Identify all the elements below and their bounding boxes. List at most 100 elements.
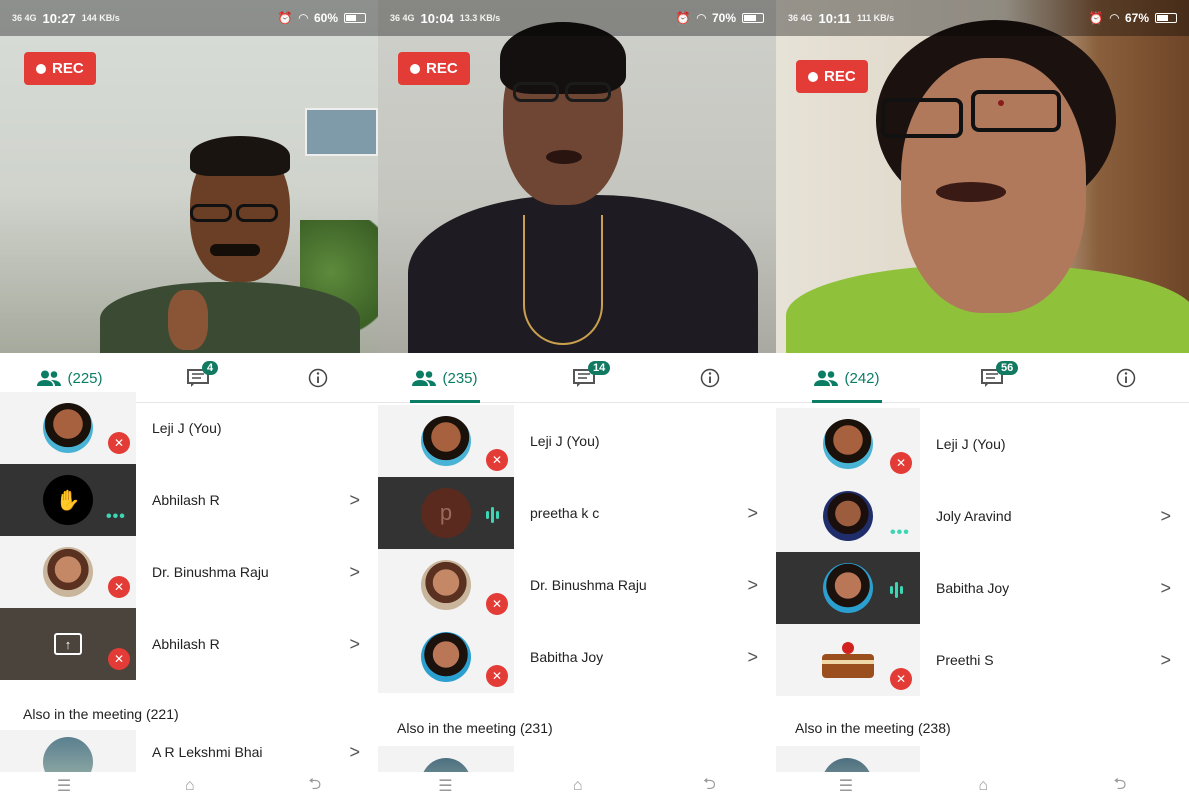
system-nav-bar: ☰ ⌂ ⮌ <box>378 772 776 800</box>
system-nav-bar: ☰ ⌂ ⮌ <box>0 772 378 800</box>
signal-indicator: 36 4G <box>788 13 813 23</box>
participant-thumb: ✕ <box>776 408 920 480</box>
info-icon <box>700 368 720 388</box>
participant-thumb <box>776 552 920 624</box>
meeting-tabs: (235) 14 <box>378 353 776 403</box>
people-icon <box>37 370 62 386</box>
chevron-right-icon[interactable]: > <box>747 503 758 524</box>
participant-name: Dr. Binushma Raju <box>152 564 269 580</box>
tab-info[interactable] <box>1112 353 1140 403</box>
participant-thumb: ✕ <box>0 392 136 464</box>
back-icon[interactable]: ⮌ <box>308 773 321 800</box>
battery-icon <box>344 13 366 23</box>
chevron-right-icon[interactable]: > <box>349 562 360 583</box>
chevron-right-icon[interactable]: > <box>1160 506 1171 527</box>
participant-name: Leji J (You) <box>152 420 222 436</box>
avatar: p <box>421 488 471 538</box>
chevron-right-icon[interactable]: > <box>747 575 758 596</box>
menu-icon[interactable]: ☰ <box>438 776 452 796</box>
battery-percent: 60% <box>313 11 338 25</box>
participant-thumb: ↑ ✕ <box>0 608 136 680</box>
tab-people[interactable]: (235) <box>410 353 480 403</box>
menu-icon[interactable]: ☰ <box>57 776 71 796</box>
participant-thumb: ✋ ••• <box>0 464 136 536</box>
meeting-screen-3: 36 4G 10:11 111 KB/s ⏰ ◠ 67% REC (242) 5… <box>776 0 1189 800</box>
list-item[interactable]: ✋ ••• Abhilash R > <box>0 464 378 536</box>
tab-people[interactable]: (242) <box>812 353 882 403</box>
more-dots-icon: ••• <box>890 524 910 541</box>
back-icon[interactable]: ⮌ <box>703 773 716 800</box>
list-item[interactable]: ••• Joly Aravind > <box>776 480 1189 552</box>
participant-thumb: ••• <box>776 480 920 552</box>
alarm-icon: ⏰ <box>675 11 691 25</box>
list-item[interactable]: ✕ Leji J (You) <box>378 405 776 477</box>
battery-percent: 70% <box>711 11 736 25</box>
participant-list: ✕ Leji J (You) ••• Joly Aravind > Babith… <box>776 408 1189 696</box>
record-dot-icon <box>36 63 46 74</box>
home-icon[interactable]: ⌂ <box>978 777 988 795</box>
battery-icon <box>1155 13 1177 23</box>
home-icon[interactable]: ⌂ <box>573 777 583 795</box>
chevron-right-icon[interactable]: > <box>349 742 360 763</box>
list-item[interactable]: ✕ Babitha Joy > <box>378 621 776 693</box>
tab-chat[interactable]: 14 <box>564 353 611 403</box>
chevron-right-icon[interactable]: > <box>1160 650 1171 671</box>
participant-thumb-partial <box>378 746 514 800</box>
avatar <box>823 563 873 613</box>
wall-picture <box>305 108 378 156</box>
meeting-screen-1: 36 4G 10:27 144 KB/s ⏰ ◠ 60% REC (225) 4… <box>0 0 378 800</box>
battery-icon <box>742 13 764 23</box>
tab-chat[interactable]: 56 <box>972 353 1019 403</box>
signal-indicator: 36 4G <box>12 13 37 23</box>
alarm-icon: ⏰ <box>1088 11 1104 25</box>
list-item[interactable]: Babitha Joy > <box>776 552 1189 624</box>
list-item[interactable]: ✕ Preethi S > <box>776 624 1189 696</box>
list-item[interactable]: p preetha k c > <box>378 477 776 549</box>
record-dot-icon <box>808 71 818 82</box>
present-icon: ↑ <box>54 633 82 655</box>
also-in-meeting-heading: Also in the meeting (238) <box>795 720 951 736</box>
chevron-right-icon[interactable]: > <box>349 634 360 655</box>
self-video-feed <box>776 0 1189 353</box>
participant-thumb: p <box>378 477 514 549</box>
cake-avatar-icon <box>822 640 874 680</box>
chevron-right-icon[interactable]: > <box>349 490 360 511</box>
list-item[interactable]: ↑ ✕ Abhilash R > <box>0 608 378 680</box>
list-item[interactable]: ✕ Leji J (You) <box>776 408 1189 480</box>
participant-name: Leji J (You) <box>530 433 600 449</box>
menu-icon[interactable]: ☰ <box>839 776 853 796</box>
list-item[interactable]: ✕ Dr. Binushma Raju > <box>378 549 776 621</box>
volume-off-icon: ✕ <box>108 648 130 670</box>
participant-name: Babitha Joy <box>530 649 604 665</box>
chevron-right-icon[interactable]: > <box>1160 578 1171 599</box>
active-tab-indicator <box>812 400 882 403</box>
avatar <box>421 560 471 610</box>
network-speed: 111 KB/s <box>857 13 895 23</box>
list-item[interactable]: ✕ Leji J (You) <box>0 392 378 464</box>
avatar <box>823 419 873 469</box>
avatar: ✋ <box>43 475 93 525</box>
clock: 10:04 <box>420 10 454 26</box>
info-icon <box>1116 368 1136 388</box>
participant-thumb: ✕ <box>0 536 136 608</box>
participant-name: Preethi S <box>936 652 994 668</box>
participant-name: Leji J (You) <box>936 436 1006 452</box>
participant-name: Babitha Joy <box>936 580 1010 596</box>
status-bar: 36 4G 10:11 111 KB/s ⏰ ◠ 67% <box>776 0 1189 36</box>
list-item[interactable]: A R Lekshmi Bhai > <box>0 730 378 787</box>
back-icon[interactable]: ⮌ <box>1113 773 1126 800</box>
participant-name: Abhilash R <box>152 492 220 508</box>
speaking-icon <box>890 582 903 598</box>
chevron-right-icon[interactable]: > <box>747 647 758 668</box>
hand-raise-icon: ✋ <box>55 489 81 512</box>
rec-label: REC <box>52 60 84 77</box>
home-icon[interactable]: ⌂ <box>185 777 195 795</box>
tab-info[interactable] <box>696 353 724 403</box>
list-item[interactable]: ✕ Dr. Binushma Raju > <box>0 536 378 608</box>
also-in-meeting-heading: Also in the meeting (221) <box>23 706 179 722</box>
participant-name: A R Lekshmi Bhai <box>152 744 263 760</box>
wifi-icon: ◠ <box>1109 11 1119 25</box>
participant-thumb <box>0 730 136 787</box>
also-in-meeting-heading: Also in the meeting (231) <box>397 720 553 736</box>
more-dots-icon: ••• <box>106 508 126 525</box>
